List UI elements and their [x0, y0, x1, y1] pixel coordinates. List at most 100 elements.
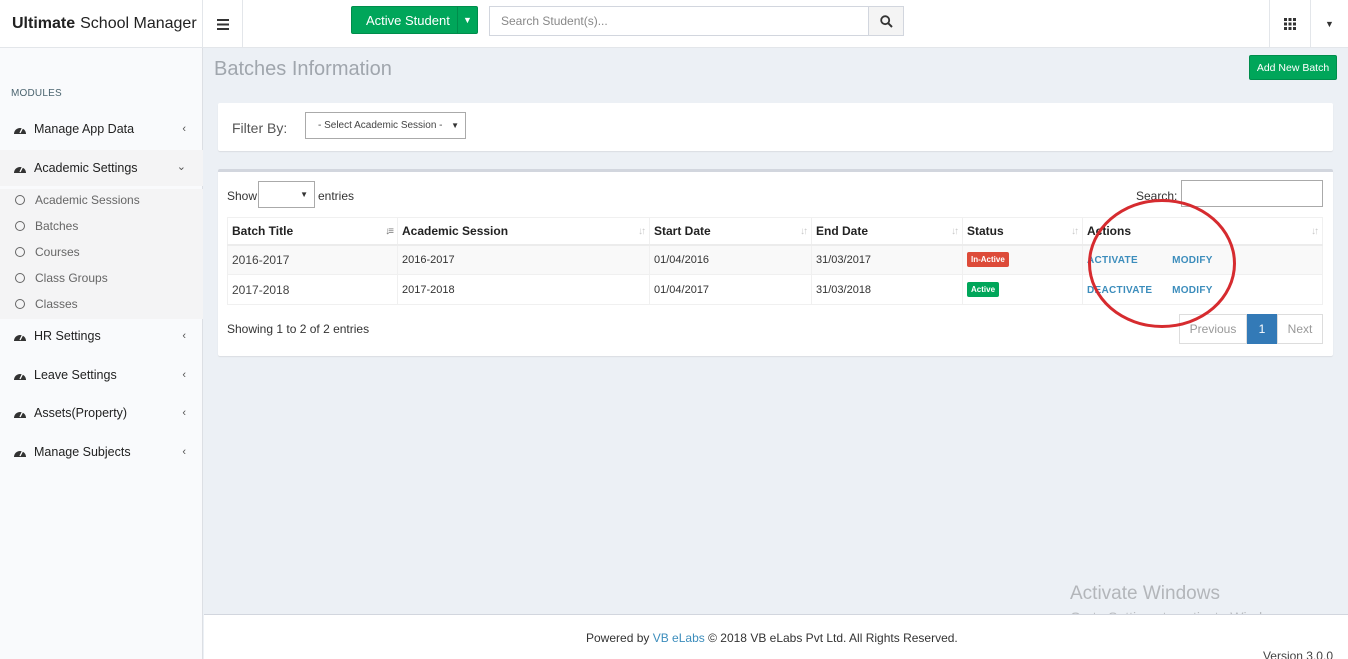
batches-table-panel: Show ▼ entries Search: Batch Title ↓≡ Aca… [218, 169, 1333, 356]
add-new-batch-button[interactable]: Add New Batch [1249, 55, 1337, 80]
sidebar-subitem-batches[interactable]: Batches [0, 213, 203, 239]
hamburger-icon[interactable] [204, 0, 243, 48]
brand-rest: School Manager [80, 15, 197, 32]
academic-session-cell: 2016-2017 [397, 244, 650, 275]
sidebar-item-label: Manage App Data [34, 122, 135, 136]
sidebar-item-manage-app-data[interactable]: Manage App Data ‹ [0, 111, 203, 147]
end-date-cell: 31/03/2018 [811, 274, 963, 305]
chevron-left-icon: ‹ [182, 330, 186, 342]
modify-link[interactable]: MODIFY [1172, 285, 1213, 296]
filter-panel: Filter By: - Select Academic Session - ▼ [218, 103, 1333, 151]
sidebar-item-assets[interactable]: Assets(Property) ‹ [0, 395, 203, 431]
column-header-batch-title[interactable]: Batch Title ↓≡ [227, 217, 398, 246]
table-search-label: Search: [1136, 189, 1178, 203]
active-student-dropdown[interactable]: Active Student ▼ [351, 6, 478, 34]
batch-title-cell: 2017-2018 [227, 274, 398, 305]
brand-bold: Ultimate [12, 15, 76, 32]
circle-icon [15, 221, 25, 231]
page-title: Batches Information [214, 58, 392, 80]
previous-page-button[interactable]: Previous [1179, 314, 1247, 344]
chevron-left-icon: ‹ [182, 407, 186, 419]
company-link[interactable]: VB eLabs [653, 631, 705, 645]
sort-asc-icon: ↓≡ [385, 226, 394, 237]
caret-down-icon[interactable]: ▼ [457, 7, 477, 33]
deactivate-link[interactable]: DEACTIVATE [1087, 285, 1169, 296]
sidebar-subitem-academic-sessions[interactable]: Academic Sessions [0, 187, 203, 213]
dashboard-icon [13, 369, 27, 381]
status-cell: In-Active [962, 244, 1083, 275]
version-text: Version 3.0.0 [1262, 649, 1333, 659]
sidebar-subitem-label: Class Groups [35, 271, 108, 285]
apps-grid-button[interactable] [1269, 0, 1310, 48]
column-header-start-date[interactable]: Start Date ↓↑ [649, 217, 812, 246]
sidebar-item-label: HR Settings [34, 329, 101, 343]
sort-icon: ↓↑ [1311, 226, 1319, 237]
caret-down-icon: ▼ [451, 121, 459, 130]
next-page-button[interactable]: Next [1277, 314, 1323, 344]
academic-settings-submenu: Academic Sessions Batches Courses Class … [0, 189, 203, 319]
dashboard-icon [13, 123, 27, 135]
column-header-actions[interactable]: Actions ↓↑ [1082, 217, 1323, 246]
column-header-end-date[interactable]: End Date ↓↑ [811, 217, 963, 246]
sort-icon: ↓↑ [638, 226, 646, 237]
sidebar-item-label: Manage Subjects [34, 445, 131, 459]
caret-down-icon: ▼ [300, 190, 308, 199]
chevron-left-icon: ‹ [182, 123, 186, 135]
dashboard-icon [13, 407, 27, 419]
search-button[interactable] [868, 6, 904, 36]
chevron-left-icon: ‹ [182, 446, 186, 458]
circle-icon [15, 195, 25, 205]
table-header-row: Batch Title ↓≡ Academic Session ↓↑ Start D… [227, 217, 1323, 246]
batches-table: Batch Title ↓≡ Academic Session ↓↑ Start D… [227, 217, 1323, 305]
copyright-text: © 2018 VB eLabs Pvt Ltd. All Rights Rese… [708, 631, 958, 645]
modify-link[interactable]: MODIFY [1172, 255, 1213, 266]
sidebar-subitem-class-groups[interactable]: Class Groups [0, 265, 203, 291]
table-info-text: Showing 1 to 2 of 2 entries [227, 322, 370, 336]
status-cell: Active [962, 274, 1083, 305]
sidebar: MODULES Manage App Data ‹ Academic Setti… [0, 48, 203, 659]
table-search-input[interactable] [1181, 180, 1323, 207]
sidebar-subitem-label: Batches [35, 219, 79, 233]
sidebar-item-manage-subjects[interactable]: Manage Subjects ‹ [0, 434, 203, 470]
activate-link[interactable]: ACTIVATE [1087, 255, 1169, 266]
brand-logo[interactable]: Ultimate School Manager [0, 0, 203, 48]
top-navbar: Ultimate School Manager Active Student ▼… [0, 0, 1348, 48]
sort-icon: ↓↑ [951, 226, 959, 237]
sidebar-item-label: Leave Settings [34, 368, 117, 382]
sidebar-subitem-label: Classes [35, 297, 78, 311]
sidebar-subitem-label: Courses [35, 245, 80, 259]
chevron-left-icon: ‹ [182, 369, 186, 381]
footer-text: Powered by VB eLabs © 2018 VB eLabs Pvt … [586, 631, 958, 645]
sidebar-subitem-classes[interactable]: Classes [0, 291, 203, 317]
user-menu-caret-icon[interactable]: ▼ [1310, 0, 1348, 48]
column-header-academic-session[interactable]: Academic Session ↓↑ [397, 217, 650, 246]
start-date-cell: 01/04/2017 [649, 274, 812, 305]
start-date-cell: 01/04/2016 [649, 244, 812, 275]
search-icon [879, 14, 893, 28]
actions-cell: ACTIVATE MODIFY [1082, 244, 1323, 275]
active-student-label: Active Student [366, 12, 450, 28]
end-date-cell: 31/03/2017 [811, 244, 963, 275]
status-badge: In-Active [967, 252, 1009, 268]
student-search-input[interactable] [489, 6, 869, 36]
circle-icon [15, 299, 25, 309]
column-header-status[interactable]: Status ↓↑ [962, 217, 1083, 246]
pagination: Previous 1 Next [1179, 314, 1323, 344]
entries-label: entries [318, 189, 355, 203]
filter-label: Filter By: [232, 120, 288, 136]
page-1-button[interactable]: 1 [1247, 314, 1277, 344]
sidebar-item-label: Academic Settings [34, 161, 138, 175]
academic-session-select[interactable]: - Select Academic Session - ▼ [305, 112, 466, 139]
sidebar-subitem-courses[interactable]: Courses [0, 239, 203, 265]
dashboard-icon [13, 330, 27, 342]
sidebar-item-label: Assets(Property) [34, 406, 128, 420]
activate-windows-title: Activate Windows [1070, 583, 1220, 604]
sidebar-item-academic-settings[interactable]: Academic Settings ⌄ [0, 150, 203, 186]
chevron-down-icon: ⌄ [176, 161, 186, 173]
sidebar-item-hr-settings[interactable]: HR Settings ‹ [0, 318, 203, 354]
sidebar-subitem-label: Academic Sessions [35, 193, 140, 207]
entries-length-select[interactable]: ▼ [258, 181, 315, 208]
table-row: 2016-2017 2016-2017 01/04/2016 31/03/201… [227, 244, 1323, 275]
show-label: Show [227, 189, 258, 203]
sidebar-item-leave-settings[interactable]: Leave Settings ‹ [0, 357, 203, 393]
